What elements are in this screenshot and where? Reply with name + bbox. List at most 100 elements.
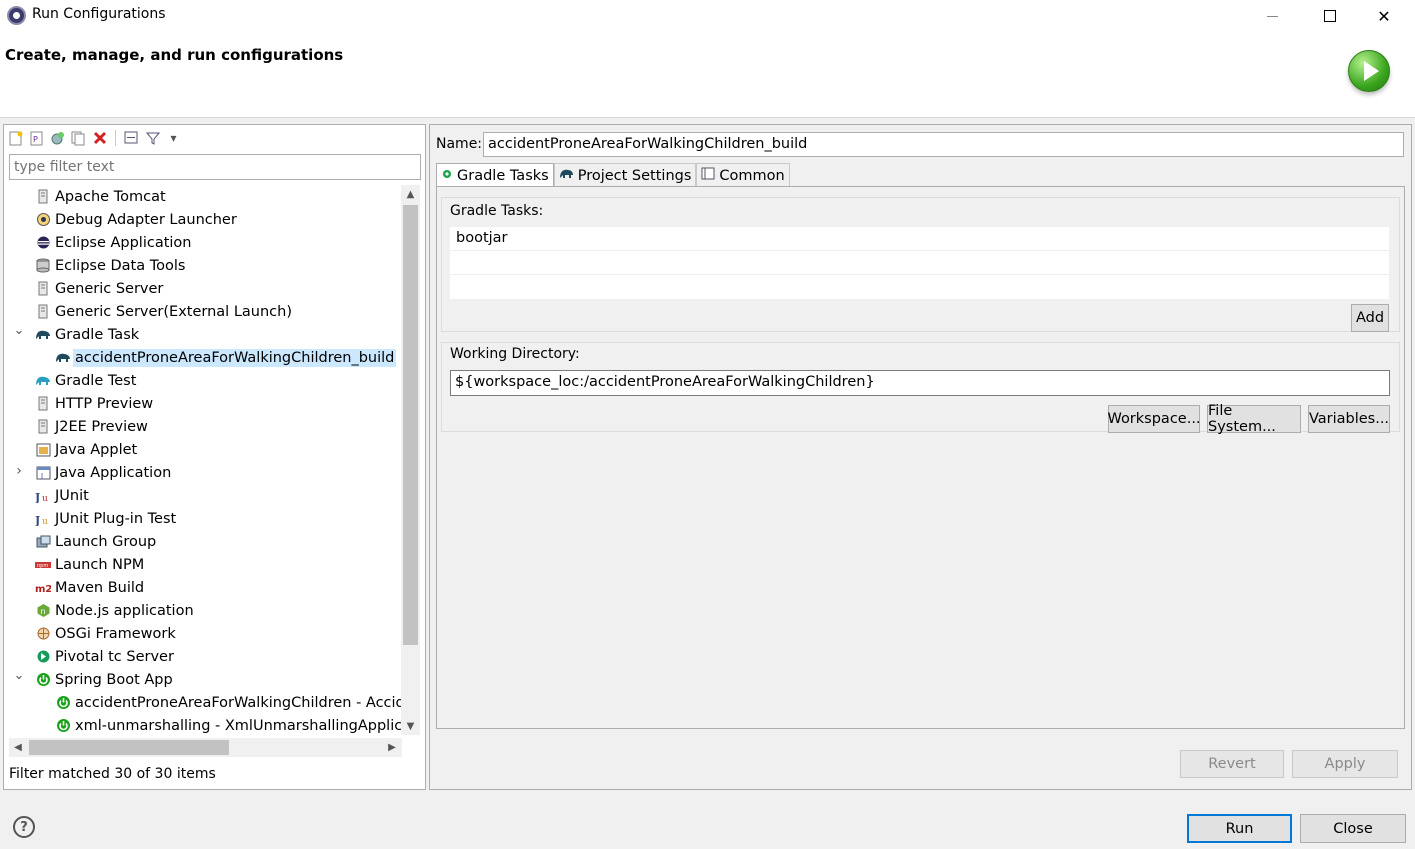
list-item[interactable] — [450, 251, 1389, 275]
tree-item[interactable]: Apache Tomcat — [9, 185, 402, 208]
svg-text:n: n — [40, 607, 45, 616]
tree-item[interactable]: Generic Server(External Launch) — [9, 300, 402, 323]
tree-item-label: Generic Server — [55, 280, 164, 297]
tree-item[interactable]: ⌄ Spring Boot App — [9, 668, 402, 691]
tree-item[interactable]: › J Java Application — [9, 461, 402, 484]
view-menu-chevron-icon[interactable]: ▾ — [165, 130, 182, 147]
maximize-button[interactable] — [1307, 0, 1353, 32]
help-icon[interactable]: ? — [13, 816, 35, 838]
tree-horizontal-scrollbar[interactable]: ◀ ▶ — [9, 738, 402, 757]
tree-item[interactable]: J2EE Preview — [9, 415, 402, 438]
minimize-button[interactable] — [1249, 0, 1295, 32]
launch-group-icon — [35, 534, 51, 550]
working-directory-field[interactable]: ${workspace_loc:/accidentProneAreaForWal… — [450, 370, 1390, 396]
applet-icon — [35, 442, 51, 458]
tree-item-label: Generic Server(External Launch) — [55, 303, 292, 320]
config-toolbar: P ▾ — [7, 127, 182, 149]
working-directory-label: Working Directory: — [450, 346, 580, 362]
run-button[interactable]: Run — [1187, 814, 1292, 843]
tree-item[interactable]: Ju JUnit Plug-in Test — [9, 507, 402, 530]
tree-item[interactable]: OSGi Framework — [9, 622, 402, 645]
chevron-down-icon[interactable]: ⌄ — [13, 668, 25, 683]
tree-item[interactable]: Eclipse Data Tools — [9, 254, 402, 277]
tree-item[interactable]: Debug Adapter Launcher — [9, 208, 402, 231]
filter-input[interactable] — [9, 154, 421, 180]
tree-item[interactable]: HTTP Preview — [9, 392, 402, 415]
database-icon — [35, 258, 51, 274]
chevron-down-icon[interactable]: ⌄ — [13, 323, 25, 338]
name-field[interactable]: accidentProneAreaForWalkingChildren_buil… — [483, 132, 1404, 157]
tree-item[interactable]: m2 Maven Build — [9, 576, 402, 599]
tree-item[interactable]: Eclipse Application — [9, 231, 402, 254]
tree-item[interactable]: n Node.js application — [9, 599, 402, 622]
tree-item[interactable]: ⌄ Gradle Task — [9, 323, 402, 346]
apply-button[interactable]: Apply — [1292, 750, 1398, 778]
svg-text:J: J — [40, 472, 43, 480]
collapse-all-icon[interactable] — [123, 130, 140, 147]
tree-item[interactable]: npm Launch NPM — [9, 553, 402, 576]
tree-item-label: Eclipse Application — [55, 234, 192, 251]
list-item[interactable]: bootjar — [450, 227, 1389, 251]
tree-item-label: Debug Adapter Launcher — [55, 211, 237, 228]
tree-item-label: OSGi Framework — [55, 625, 176, 642]
scroll-thumb[interactable] — [29, 740, 229, 755]
scroll-up-icon[interactable]: ▲ — [401, 185, 420, 203]
server-icon — [35, 396, 51, 412]
scroll-right-icon[interactable]: ▶ — [383, 738, 401, 757]
tree-item-label: Maven Build — [55, 579, 145, 596]
common-tab-icon — [701, 167, 715, 184]
close-button[interactable]: Close — [1300, 814, 1406, 843]
tree-item[interactable]: Ju JUnit — [9, 484, 402, 507]
tree-item[interactable]: accidentProneAreaForWalkingChildren_buil… — [9, 346, 402, 369]
scroll-thumb[interactable] — [403, 205, 418, 645]
tab-label: Gradle Tasks — [457, 167, 549, 184]
tree-item[interactable]: Generic Server — [9, 277, 402, 300]
filter-icon[interactable] — [144, 130, 161, 147]
list-item[interactable] — [450, 275, 1389, 299]
scroll-left-icon[interactable]: ◀ — [9, 738, 27, 757]
tree-item-label: JUnit Plug-in Test — [55, 510, 177, 527]
eclipse-icon — [35, 235, 51, 251]
duplicate-config-icon[interactable] — [70, 130, 87, 147]
gradle-elephant-icon — [55, 350, 71, 366]
workspace-button[interactable]: Workspace... — [1107, 405, 1201, 433]
debug-adapter-icon — [35, 212, 51, 228]
gradle-test-icon — [35, 373, 51, 389]
eclipse-app-icon — [7, 6, 26, 25]
gradle-tasks-list[interactable]: bootjar — [450, 227, 1389, 299]
variables-button[interactable]: Variables... — [1308, 405, 1390, 433]
gradle-elephant-icon — [35, 327, 51, 343]
new-config-icon[interactable] — [7, 130, 24, 147]
tab-common[interactable]: Common — [696, 163, 790, 187]
svg-text:J: J — [35, 491, 40, 503]
export-config-icon[interactable] — [49, 130, 66, 147]
tree-item[interactable]: Gradle Test — [9, 369, 402, 392]
tree-item[interactable]: Launch Group — [9, 530, 402, 553]
filter-status: Filter matched 30 of 30 items — [9, 766, 216, 782]
gradle-tasks-tab-content: Gradle Tasks: bootjar Add Working Direct… — [436, 186, 1405, 729]
tree-vertical-scrollbar[interactable]: ▲ ▼ — [401, 185, 420, 735]
npm-icon: npm — [35, 557, 51, 573]
tree-item-label: Gradle Task — [55, 326, 140, 343]
tab-project-settings[interactable]: Project Settings — [553, 163, 697, 187]
scroll-down-icon[interactable]: ▼ — [401, 717, 420, 735]
tree-item[interactable]: Pivotal tc Server — [9, 645, 402, 668]
server-icon — [35, 189, 51, 205]
tab-gradle-tasks[interactable]: Gradle Tasks — [436, 163, 554, 187]
close-window-button[interactable]: ✕ — [1361, 0, 1407, 32]
run-play-icon — [1348, 50, 1390, 92]
gradle-task-tab-icon — [441, 168, 453, 184]
new-prototype-icon[interactable]: P — [28, 130, 45, 147]
pivotal-icon — [35, 649, 51, 665]
tree-item-label: Pivotal tc Server — [55, 648, 174, 665]
tree-item[interactable]: Java Applet — [9, 438, 402, 461]
tree-item-label: Eclipse Data Tools — [55, 257, 186, 274]
chevron-right-icon[interactable]: › — [13, 463, 25, 479]
revert-button[interactable]: Revert — [1180, 750, 1284, 778]
add-task-button[interactable]: Add — [1351, 304, 1389, 332]
server-icon — [35, 281, 51, 297]
tree-item[interactable]: xml-unmarshalling - XmlUnmarshallingAppl… — [9, 714, 402, 733]
tree-item[interactable]: accidentProneAreaForWalkingChildren - Ac… — [9, 691, 402, 714]
file-system-button[interactable]: File System... — [1207, 403, 1301, 435]
delete-config-icon[interactable] — [91, 130, 108, 147]
